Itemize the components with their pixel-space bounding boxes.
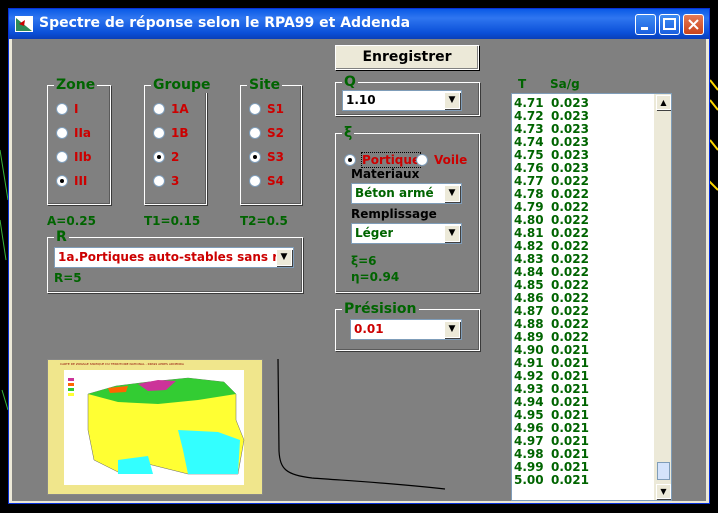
map-drawing bbox=[64, 370, 245, 485]
xi-value: ξ=6 bbox=[351, 254, 377, 268]
groupe-group: Groupe 1A 1B 2 3 bbox=[144, 77, 213, 205]
groupe-option-1b[interactable]: 1B bbox=[153, 125, 189, 141]
zone-group-title: Zone bbox=[54, 77, 98, 93]
t1-value: T1=0.15 bbox=[144, 214, 201, 228]
eta-value: η=0.94 bbox=[351, 270, 400, 284]
remplissage-label: Remplissage bbox=[351, 207, 437, 221]
site-group: Site S1 S2 S3 S4 bbox=[240, 77, 302, 205]
radio-selected-icon[interactable] bbox=[56, 175, 68, 187]
r-combobox[interactable]: 1a.Portiques auto-stables sans remplis ▼ bbox=[54, 247, 294, 268]
materiaux-combobox-value: Béton armé bbox=[355, 186, 434, 200]
app-icon bbox=[15, 16, 33, 32]
zone-option-i[interactable]: I bbox=[56, 101, 78, 117]
radio-selected-icon[interactable] bbox=[344, 154, 356, 166]
zone-option-iii[interactable]: III bbox=[56, 173, 87, 189]
groupe-option-1a[interactable]: 1A bbox=[153, 101, 189, 117]
spectrum-curve bbox=[277, 359, 446, 490]
t2-value: T2=0.5 bbox=[240, 214, 288, 228]
radio-icon[interactable] bbox=[56, 127, 68, 139]
zone-group: Zone I IIa IIb III bbox=[47, 77, 111, 205]
site-option-s4[interactable]: S4 bbox=[249, 173, 284, 189]
seismic-zone-map: CARTE DE ZONAGE SISMIQUE DU TERRITOIRE N… bbox=[47, 359, 263, 495]
zone-option-iib[interactable]: IIb bbox=[56, 149, 92, 165]
chevron-down-icon[interactable]: ▼ bbox=[444, 185, 460, 202]
maximize-icon[interactable] bbox=[659, 14, 680, 35]
list-item-t: 5.00 bbox=[514, 473, 544, 487]
precision-combobox-value: 0.01 bbox=[354, 322, 384, 336]
remplissage-combobox[interactable]: Léger ▼ bbox=[351, 223, 462, 244]
q-combobox[interactable]: 1.10 ▼ bbox=[342, 90, 462, 111]
xi-group-title: ξ bbox=[342, 125, 355, 141]
q-group-title: Q bbox=[342, 74, 358, 90]
precision-group: Présision 0.01 ▼ bbox=[335, 301, 480, 351]
radio-icon[interactable] bbox=[249, 127, 261, 139]
scroll-down-icon[interactable]: ▼ bbox=[656, 484, 671, 499]
precision-group-title: Présision bbox=[342, 301, 419, 317]
remplissage-combobox-value: Léger bbox=[355, 226, 394, 240]
column-header-t: T bbox=[518, 77, 527, 91]
chevron-down-icon[interactable]: ▼ bbox=[444, 321, 460, 338]
minimize-icon[interactable] bbox=[635, 14, 656, 35]
radio-icon[interactable] bbox=[416, 154, 428, 166]
client-area: Zone I IIa IIb III Groupe 1A 1B 2 3 Site… bbox=[12, 39, 706, 501]
radio-icon[interactable] bbox=[153, 175, 165, 187]
radio-selected-icon[interactable] bbox=[249, 151, 261, 163]
window-title: Spectre de réponse selon le RPA99 et Add… bbox=[39, 15, 411, 31]
chevron-down-icon[interactable]: ▼ bbox=[276, 249, 292, 266]
radio-icon[interactable] bbox=[153, 103, 165, 115]
site-option-s2[interactable]: S2 bbox=[249, 125, 284, 141]
results-listbox[interactable]: 4.71 0.023 4.72 0.023 4.73 0.023 4.74 0.023 4.75… bbox=[511, 93, 672, 501]
r-group-title: R bbox=[54, 229, 69, 245]
list-item-sa: 0.021 bbox=[551, 473, 589, 487]
column-header-sa: Sa/g bbox=[550, 77, 580, 91]
save-button[interactable]: Enregistrer bbox=[335, 45, 479, 70]
site-group-title: Site bbox=[247, 77, 283, 93]
xi-group: ξ Portique Voile Materiaux Béton armé ▼ … bbox=[335, 125, 480, 293]
site-option-s1[interactable]: S1 bbox=[249, 101, 284, 117]
materiaux-label: Materiaux bbox=[351, 167, 420, 181]
chevron-down-icon[interactable]: ▼ bbox=[444, 225, 460, 242]
q-group: Q 1.10 ▼ bbox=[335, 74, 480, 116]
a-value: A=0.25 bbox=[47, 214, 96, 228]
close-icon[interactable] bbox=[683, 14, 704, 35]
r-value: R=5 bbox=[54, 271, 82, 285]
radio-icon[interactable] bbox=[56, 103, 68, 115]
radio-icon[interactable] bbox=[249, 175, 261, 187]
title-bar[interactable]: Spectre de réponse selon le RPA99 et Add… bbox=[9, 9, 709, 39]
site-option-s3[interactable]: S3 bbox=[249, 149, 284, 165]
q-combobox-value: 1.10 bbox=[346, 93, 376, 107]
scrollbar[interactable]: ▲ ▼ bbox=[654, 94, 671, 500]
scroll-up-icon[interactable]: ▲ bbox=[656, 95, 671, 110]
radio-selected-icon[interactable] bbox=[153, 151, 165, 163]
main-window: Spectre de réponse selon le RPA99 et Add… bbox=[8, 8, 710, 504]
chevron-down-icon[interactable]: ▼ bbox=[444, 92, 460, 109]
radio-voile[interactable]: Voile bbox=[416, 152, 467, 168]
precision-combobox[interactable]: 0.01 ▼ bbox=[350, 319, 462, 340]
radio-icon[interactable] bbox=[153, 127, 165, 139]
groupe-option-3[interactable]: 3 bbox=[153, 173, 179, 189]
radio-icon[interactable] bbox=[249, 103, 261, 115]
zone-option-iia[interactable]: IIa bbox=[56, 125, 91, 141]
groupe-group-title: Groupe bbox=[151, 77, 213, 93]
scrollbar-thumb[interactable] bbox=[657, 462, 670, 480]
groupe-option-2[interactable]: 2 bbox=[153, 149, 179, 165]
r-group: R 1a.Portiques auto-stables sans remplis… bbox=[47, 229, 303, 293]
materiaux-combobox[interactable]: Béton armé ▼ bbox=[351, 183, 462, 204]
radio-portique[interactable]: Portique bbox=[344, 152, 422, 168]
radio-icon[interactable] bbox=[56, 151, 68, 163]
r-combobox-value: 1a.Portiques auto-stables sans remplis bbox=[58, 250, 276, 264]
